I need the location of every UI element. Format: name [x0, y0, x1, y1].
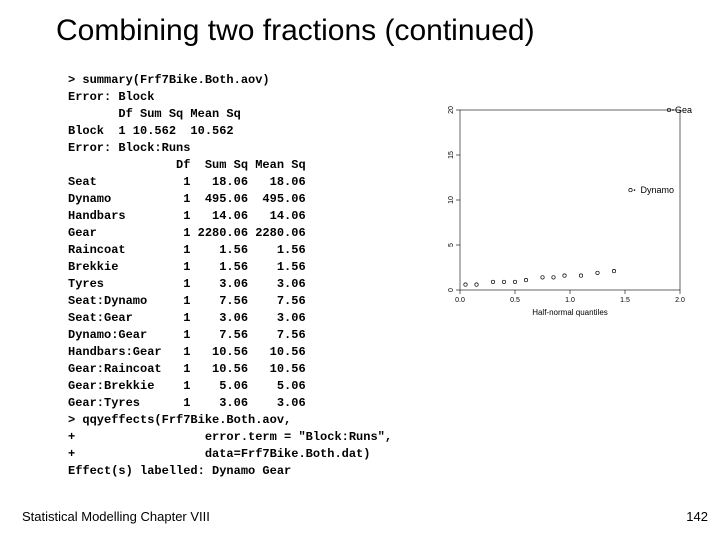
page-title: Combining two fractions (continued)	[56, 14, 700, 48]
svg-text:Half-normal quantiles: Half-normal quantiles	[532, 308, 608, 317]
svg-text:2.0: 2.0	[675, 297, 685, 304]
page-number: 142	[686, 509, 708, 524]
svg-text:1.5: 1.5	[620, 297, 630, 304]
svg-text:Dynamo: Dynamo	[641, 185, 675, 195]
svg-text:0: 0	[448, 288, 455, 292]
svg-text:1.0: 1.0	[565, 297, 575, 304]
footer-left: Statistical Modelling Chapter VIII	[22, 509, 210, 524]
svg-text:Gear: Gear	[675, 105, 692, 115]
svg-text:15: 15	[448, 151, 455, 159]
svg-text:5: 5	[448, 243, 455, 247]
chart-qqplot: 0.0 0.5 1.0 1.5 2.0 0 5 10 15 20 Half-normal qua…	[420, 100, 692, 320]
svg-text:10: 10	[448, 196, 455, 204]
svg-text:0.5: 0.5	[510, 297, 520, 304]
code-output: > summary(Frf7Bike.Both.aov) Error: Bloc…	[68, 72, 392, 480]
svg-text:0.0: 0.0	[455, 297, 465, 304]
svg-text:20: 20	[448, 106, 455, 114]
